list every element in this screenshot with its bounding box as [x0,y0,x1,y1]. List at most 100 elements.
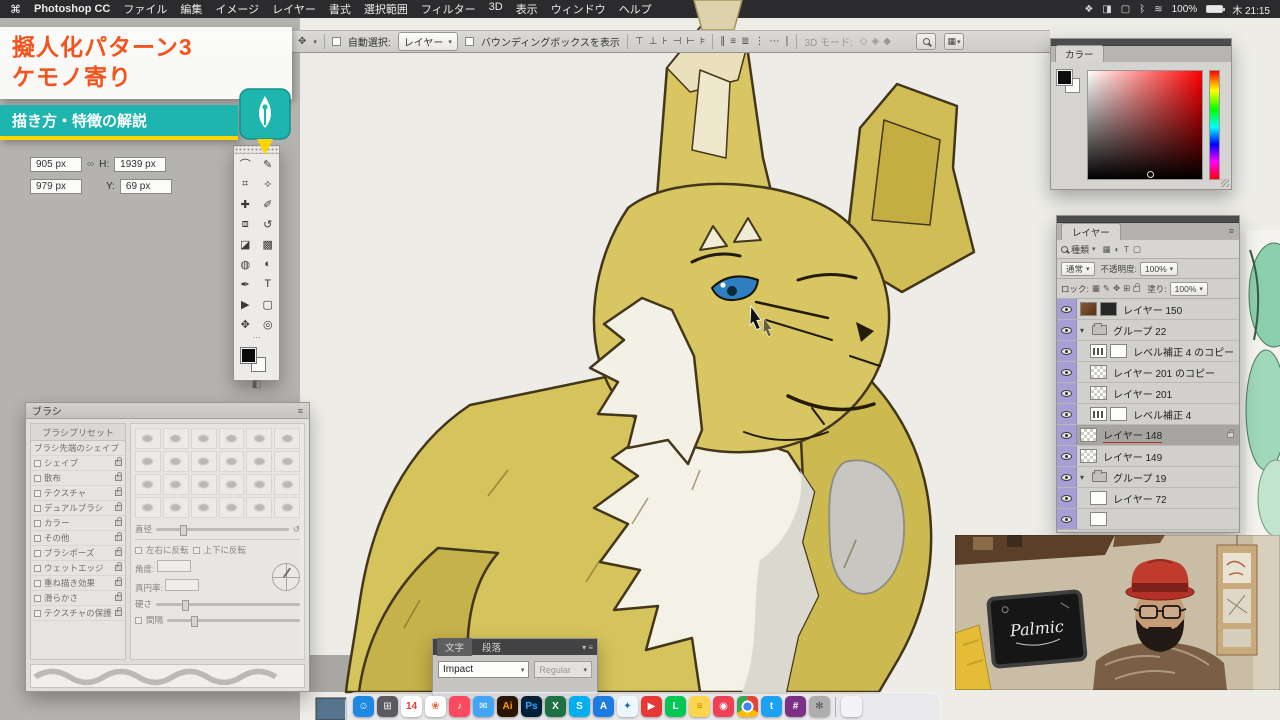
status-icon-3[interactable]: ᛒ [1139,4,1145,15]
hue-slider[interactable] [1209,70,1220,180]
distribute-icon-0[interactable]: ∥ [720,37,725,47]
panel-menu-icon[interactable]: ≡ [1229,226,1234,236]
lock-icon-2[interactable]: ✥ [1113,283,1120,294]
brush-tip-17[interactable] [274,474,300,495]
layer-row-blank-10[interactable] [1057,509,1239,530]
brush-tip-7[interactable] [163,451,189,472]
dock-calendar[interactable]: 14 [401,696,422,717]
lock-icon-0[interactable]: ▦ [1092,283,1100,294]
diameter-slider[interactable] [156,528,289,531]
blend-mode-select[interactable]: 通常 ▾ [1061,262,1095,276]
distribute-icon-2[interactable]: ≣ [741,37,749,47]
blur-tool[interactable]: ◍ [234,254,257,274]
section-checkbox[interactable] [34,535,41,542]
brush-tip-2[interactable] [191,428,217,449]
angle-dial[interactable] [272,563,300,591]
dock-music[interactable]: ♪ [449,696,470,717]
visibility-toggle[interactable] [1057,488,1077,508]
panel-menu-icon[interactable]: ▾ ≡ [582,643,593,652]
dock-photos[interactable]: ❀ [425,696,446,717]
brush-tip-21[interactable] [219,497,245,518]
dock-illustrator[interactable]: Ai [497,696,518,717]
menu-ウィンドウ[interactable]: ウィンドウ [551,1,606,17]
brush-tip-15[interactable] [219,474,245,495]
menu-app-name[interactable]: Photoshop CC [34,3,110,15]
align-icon-4[interactable]: ⊢ [686,37,695,47]
brush-tip-14[interactable] [191,474,217,495]
brush-section-0[interactable]: ブラシ先端のシェイプ [31,441,125,456]
brush-tip-0[interactable] [135,428,161,449]
flip-x-checkbox[interactable] [135,547,142,554]
brush-tip-5[interactable] [274,428,300,449]
brush-tip-12[interactable] [135,474,161,495]
visibility-toggle[interactable] [1057,446,1077,466]
brush-section-8[interactable]: ウェットエッジ [31,561,125,576]
brush-section-11[interactable]: テクスチャの保護 [31,606,125,621]
fill-select[interactable]: 100% ▾ [1170,282,1208,296]
brush-tip-9[interactable] [219,451,245,472]
brush-section-7[interactable]: ブラシポーズ [31,546,125,561]
dock-line[interactable]: L [665,696,686,717]
section-checkbox[interactable] [34,505,41,512]
gradient-tool[interactable]: ▩ [257,234,280,254]
auto-select-checkbox[interactable] [332,37,341,46]
resize-grip[interactable] [1221,179,1229,187]
height-field[interactable]: 1939 px [114,157,166,172]
menu-clock[interactable]: 木 21:15 [1232,2,1270,17]
brush-section-6[interactable]: その他 [31,531,125,546]
opacity-select[interactable]: 100% ▾ [1140,262,1178,276]
layer-row-レイヤー 201[interactable]: レイヤー 201 [1057,383,1239,404]
eraser-tool[interactable]: ◪ [234,234,257,254]
brush-tip-13[interactable] [163,474,189,495]
menu-ファイル[interactable]: ファイル [123,1,167,17]
brush-section-10[interactable]: 滑らかさ [31,591,125,606]
layer-row-レイヤー 148[interactable]: レイヤー 148 [1057,425,1239,446]
type-tool[interactable]: T [257,274,280,294]
search-button[interactable] [916,33,936,50]
expand-toggle[interactable]: ▾ [1080,326,1089,335]
visibility-toggle[interactable] [1057,341,1077,361]
distribute-icon-3[interactable]: ⋮ [754,37,764,47]
align-icon-0[interactable]: ⊤ [635,37,644,47]
color-picker-marker[interactable] [1147,171,1154,178]
menu-フィルター[interactable]: フィルター [421,1,476,17]
dock-slack[interactable]: # [785,696,806,717]
lock-icon-3[interactable]: ⊞ [1123,283,1130,294]
menu-書式[interactable]: 書式 [329,1,351,17]
status-icon-2[interactable]: ▢ [1121,4,1130,15]
brush-section-2[interactable]: 散布 [31,471,125,486]
brush-section-1[interactable]: シェイプ [31,456,125,471]
dock-notes[interactable]: ≡ [689,696,710,717]
3d-mode-icon-0[interactable]: ◇ [860,37,868,47]
visibility-toggle[interactable] [1057,509,1077,529]
brush-tip-19[interactable] [163,497,189,518]
brush-tip-23[interactable] [274,497,300,518]
font-style-select[interactable]: Regular ▾ [534,661,592,678]
layer-row-レベル補正 4[interactable]: レベル補正 4 [1057,404,1239,425]
roundness-field[interactable] [165,579,199,591]
brush-tip-18[interactable] [135,497,161,518]
brush-tip-6[interactable] [135,451,161,472]
tab-character[interactable]: 文字 [437,638,472,656]
menu-レイヤー[interactable]: レイヤー [272,1,316,17]
visibility-toggle[interactable] [1057,362,1077,382]
section-checkbox[interactable] [34,550,41,557]
dock-skype[interactable]: S [569,696,590,717]
visibility-toggle[interactable] [1057,467,1077,487]
dock-chrome[interactable] [737,696,758,717]
brush-tip-22[interactable] [246,497,272,518]
dock-youtube[interactable]: ▶ [641,696,662,717]
visibility-toggle[interactable] [1057,320,1077,340]
hardness-slider[interactable] [156,603,300,606]
auto-select-dropdown[interactable]: レイヤー▾ [398,32,458,51]
brush-section-5[interactable]: カラー [31,516,125,531]
align-icon-5[interactable]: ⊧ [700,37,705,47]
flip-y-checkbox[interactable] [193,547,200,554]
workspace-layout-button[interactable]: ▦▾ [944,33,964,50]
edit-toolbar-icon[interactable]: ⋯ [234,334,279,344]
font-family-select[interactable]: Impact ▾ [438,661,529,678]
filter-icon-3[interactable]: ▢ [1133,244,1141,255]
align-icon-2[interactable]: ⊦ [662,37,667,47]
menu-イメージ[interactable]: イメージ [215,1,259,17]
tab-layers[interactable]: レイヤー [1061,223,1121,240]
